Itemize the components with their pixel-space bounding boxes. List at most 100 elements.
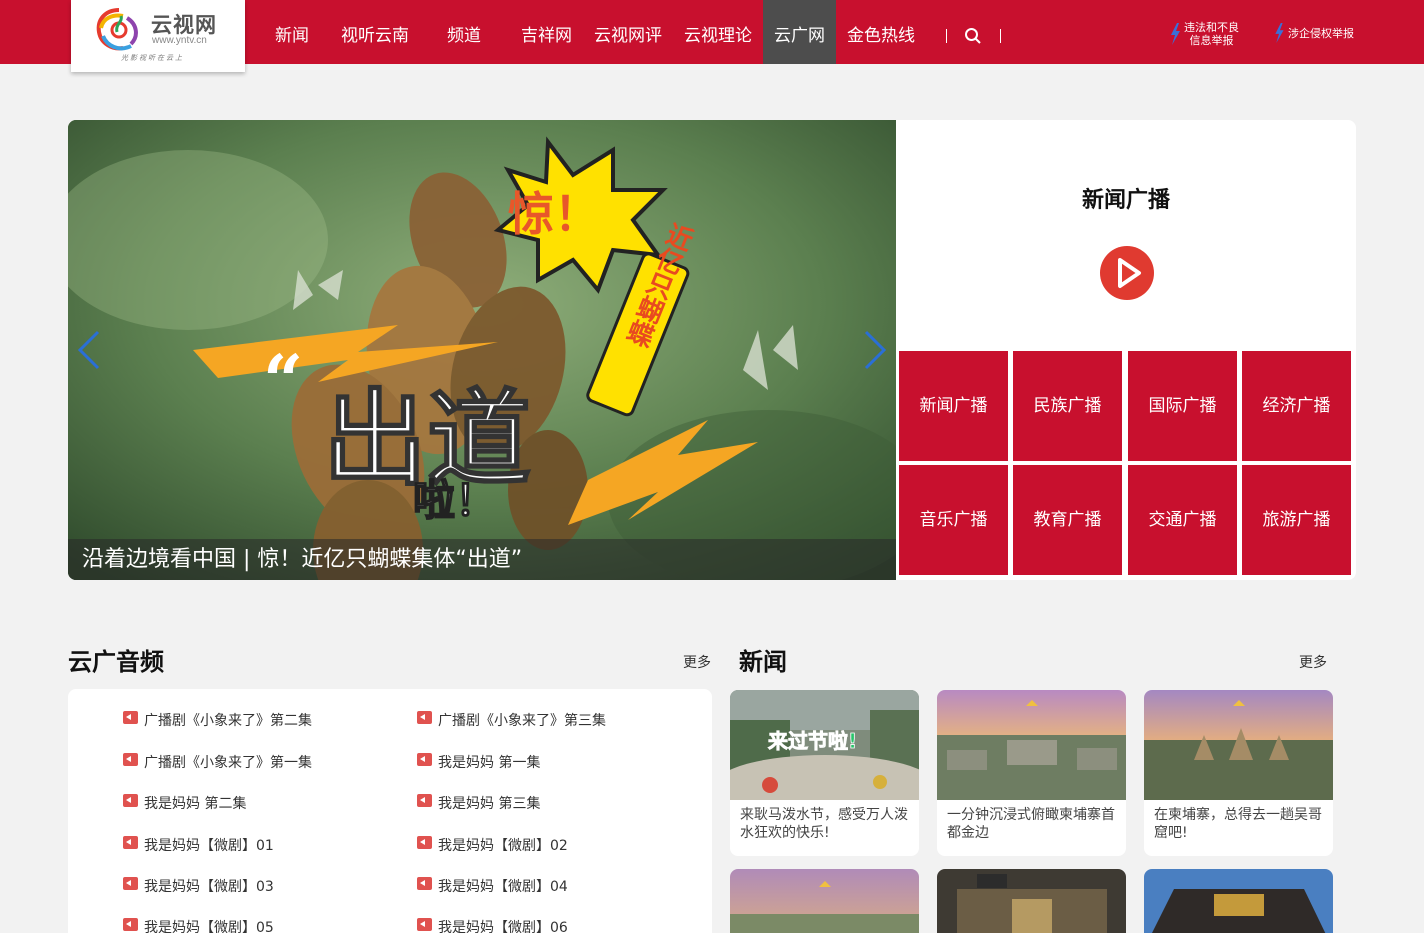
hero-carousel[interactable]: 惊！ “ ” 出道 啦！ 近亿只蝴蝶 沿着边境看中国 | 惊！近亿只蝴蝶集体“出… <box>68 120 896 580</box>
logo-icon <box>96 8 138 51</box>
news-card[interactable] <box>730 869 919 933</box>
audio-item-label: 广播剧《小象来了》第二集 <box>144 713 312 729</box>
hero-image: 惊！ “ ” 出道 啦！ 近亿只蝴蝶 <box>68 120 896 580</box>
news-thumbnail <box>1144 869 1333 933</box>
carousel-next-arrow-icon[interactable] <box>862 330 888 370</box>
audio-item[interactable]: 我是妈妈【微剧】06 <box>417 917 568 933</box>
news-card[interactable]: 来过节啦! 来耿马泼水节，感受万人泼水狂欢的快乐! <box>730 690 919 856</box>
carousel-prev-arrow-icon[interactable] <box>76 330 102 370</box>
speaker-icon <box>417 917 432 931</box>
news-thumbnail <box>937 690 1126 800</box>
audio-list: 广播剧《小象来了》第二集 广播剧《小象来了》第三集 广播剧《小象来了》第一集 我… <box>68 689 712 933</box>
speaker-icon <box>123 752 138 766</box>
report-label-line1: 违法和不良 <box>1184 21 1239 34</box>
channel-ethnic[interactable]: 民族广播 <box>1013 351 1122 461</box>
report-label: 涉企侵权举报 <box>1288 26 1354 40</box>
audio-item-label: 我是妈妈 第三集 <box>438 796 541 812</box>
speaker-icon <box>417 752 432 766</box>
audio-item-label: 我是妈妈 第一集 <box>438 755 541 771</box>
news-section-title: 新闻 <box>739 648 787 676</box>
speaker-icon <box>123 876 138 890</box>
speaker-icon <box>417 710 432 724</box>
search-icon[interactable] <box>964 27 982 45</box>
news-thumbnail: 来过节啦! <box>730 690 919 800</box>
hero-caption[interactable]: 沿着边境看中国 | 惊！近亿只蝴蝶集体“出道” <box>68 539 896 580</box>
audio-item-label: 广播剧《小象来了》第一集 <box>144 755 312 771</box>
audio-item-label: 我是妈妈【微剧】05 <box>144 920 274 933</box>
top-navigation-bar: 云视网 www.yntv.cn 光影视听在云上 新闻 视听云南 频道 吉祥网 云… <box>0 0 1424 72</box>
svg-text:“: “ <box>263 339 303 422</box>
audio-more-link[interactable]: 更多 <box>683 652 711 672</box>
speaker-icon <box>123 793 138 807</box>
audio-item-label: 我是妈妈【微剧】01 <box>144 838 274 854</box>
main-nav: 新闻 视听云南 频道 吉祥网 云视网评 云视理论 云广网 金色热线 <box>258 0 926 64</box>
audio-item[interactable]: 我是妈妈 第二集 <box>123 793 246 813</box>
audio-item[interactable]: 我是妈妈 第一集 <box>417 752 540 772</box>
channel-music[interactable]: 音乐广播 <box>899 465 1008 575</box>
illegal-info-report-link[interactable]: 违法和不良 信息举报 <box>1169 21 1239 47</box>
speaker-icon <box>417 835 432 849</box>
channel-education[interactable]: 教育广播 <box>1013 465 1122 575</box>
audio-item-label: 我是妈妈【微剧】02 <box>438 838 568 854</box>
channel-economy[interactable]: 经济广播 <box>1242 351 1351 461</box>
speaker-icon <box>123 917 138 931</box>
news-thumbnail <box>1144 690 1333 800</box>
news-card-title: 一分钟沉浸式俯瞰柬埔寨首都金边 <box>947 807 1115 841</box>
news-thumbnail <box>730 869 919 933</box>
nav-divider <box>1000 29 1001 43</box>
audio-item[interactable]: 我是妈妈【微剧】02 <box>417 835 568 855</box>
speaker-icon <box>123 835 138 849</box>
logo-url: www.yntv.cn <box>152 35 207 46</box>
news-card-title: 在柬埔寨，总得去一趟吴哥窟吧! <box>1154 807 1322 841</box>
hero-burst-text: 惊！ <box>508 187 600 241</box>
channel-traffic[interactable]: 交通广播 <box>1128 465 1237 575</box>
nav-item-channels[interactable]: 频道 <box>436 0 492 64</box>
audio-item-label: 我是妈妈【微剧】03 <box>144 879 274 895</box>
audio-item-label: 广播剧《小象来了》第三集 <box>438 713 606 729</box>
audio-item[interactable]: 我是妈妈【微剧】04 <box>417 876 568 896</box>
audio-item-label: 我是妈妈【微剧】06 <box>438 920 568 933</box>
nav-item-theory[interactable]: 云视理论 <box>673 0 763 64</box>
channel-news[interactable]: 新闻广播 <box>899 351 1008 461</box>
radio-title: 新闻广播 <box>1081 188 1170 213</box>
audio-item[interactable]: 我是妈妈【微剧】01 <box>123 835 274 855</box>
audio-item-label: 我是妈妈 第二集 <box>144 796 247 812</box>
news-card-title: 来耿马泼水节，感受万人泼水狂欢的快乐! <box>740 807 908 841</box>
news-card[interactable]: 在柬埔寨，总得去一趟吴哥窟吧! <box>1144 690 1333 856</box>
logo-slogan: 光影视听在云上 <box>121 54 184 62</box>
speaker-icon <box>417 876 432 890</box>
news-more-link[interactable]: 更多 <box>1299 652 1327 672</box>
site-logo[interactable]: 云视网 www.yntv.cn 光影视听在云上 <box>71 0 245 72</box>
hero-sub-text: 啦！ <box>413 476 497 525</box>
nav-item-shiting-yunnan[interactable]: 视听云南 <box>330 0 420 64</box>
radio-panel: 新闻广播 新闻广播 民族广播 国际广播 经济广播 音乐广播 教育广播 交通广播 … <box>896 120 1356 580</box>
speaker-icon <box>123 710 138 724</box>
enterprise-infringement-report-link[interactable]: 涉企侵权举报 <box>1273 23 1354 43</box>
nav-item-hotline[interactable]: 金色热线 <box>836 0 926 64</box>
news-card[interactable]: 一分钟沉浸式俯瞰柬埔寨首都金边 <box>937 690 1126 856</box>
nav-item-news[interactable]: 新闻 <box>264 0 320 64</box>
nav-item-jixiang[interactable]: 吉祥网 <box>510 0 583 64</box>
speaker-icon <box>417 793 432 807</box>
news-thumb-text: 来过节啦! <box>767 729 857 753</box>
channel-travel[interactable]: 旅游广播 <box>1242 465 1351 575</box>
lightning-icon <box>1171 23 1180 45</box>
audio-item[interactable]: 我是妈妈【微剧】03 <box>123 876 274 896</box>
report-label-line2: 信息举报 <box>1189 34 1234 47</box>
audio-item[interactable]: 我是妈妈 第三集 <box>417 793 540 813</box>
audio-item-label: 我是妈妈【微剧】04 <box>438 879 568 895</box>
play-icon[interactable] <box>1099 245 1155 301</box>
audio-item[interactable]: 广播剧《小象来了》第一集 <box>123 752 312 772</box>
nav-item-radio-active[interactable]: 云广网 <box>763 0 836 64</box>
news-card[interactable] <box>1144 869 1333 933</box>
nav-divider <box>946 29 947 43</box>
audio-item[interactable]: 广播剧《小象来了》第三集 <box>417 710 606 730</box>
audio-item[interactable]: 我是妈妈【微剧】05 <box>123 917 274 933</box>
audio-section-title: 云广音频 <box>68 648 164 676</box>
audio-item[interactable]: 广播剧《小象来了》第二集 <box>123 710 312 730</box>
nav-item-commentary[interactable]: 云视网评 <box>583 0 673 64</box>
news-thumbnail <box>937 869 1126 933</box>
news-card[interactable] <box>937 869 1126 933</box>
channel-international[interactable]: 国际广播 <box>1128 351 1237 461</box>
lightning-icon <box>1275 23 1284 43</box>
